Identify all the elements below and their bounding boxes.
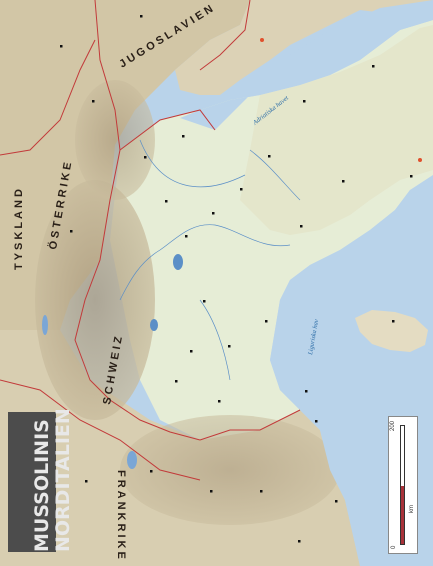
city-marker[interactable] [203,300,206,303]
scale-bar-fill [401,486,404,544]
city-marker[interactable] [60,45,63,48]
lake-2 [150,319,158,331]
map-title: MUSSOLINIS NORDITALIEN [31,408,74,552]
alps-east-shading [75,80,155,200]
scale-max-label: 200 [390,420,396,431]
title-block: MUSSOLINIS NORDITALIEN [8,408,74,552]
city-marker[interactable] [265,320,268,323]
city-marker[interactable] [315,420,318,423]
city-marker[interactable] [85,480,88,483]
city-marker[interactable] [268,155,271,158]
city-marker[interactable] [392,320,395,323]
capital-marker[interactable] [260,38,264,42]
city-marker[interactable] [240,188,243,191]
city-marker[interactable] [175,380,178,383]
scale-zero-label: 0 [391,545,397,549]
lake-4 [127,451,137,469]
city-marker[interactable] [342,180,345,183]
city-marker[interactable] [218,400,221,403]
city-marker[interactable] [298,540,301,543]
city-marker[interactable] [144,156,147,159]
label-tyskland: TYSKLAND [13,186,25,270]
scale-unit-label: km [409,505,415,513]
city-marker[interactable] [260,490,263,493]
city-marker[interactable] [150,470,153,473]
scale-legend: 200 0 km [388,416,418,554]
capital-marker[interactable] [418,158,422,162]
city-marker[interactable] [210,490,213,493]
city-marker[interactable] [303,100,306,103]
lake-1 [173,254,183,270]
lake-3 [42,315,48,335]
label-frankrike: FRANKRIKE [115,470,127,562]
city-marker[interactable] [300,225,303,228]
city-marker[interactable] [165,200,168,203]
city-marker[interactable] [335,500,338,503]
city-marker[interactable] [228,345,231,348]
scale-bar [400,425,405,545]
city-marker[interactable] [190,350,193,353]
city-marker[interactable] [410,175,413,178]
city-marker[interactable] [70,230,73,233]
title-line-2: NORDITALIEN [52,408,74,552]
city-marker[interactable] [185,235,188,238]
city-marker[interactable] [305,390,308,393]
city-marker[interactable] [92,100,95,103]
city-marker[interactable] [212,212,215,215]
city-marker[interactable] [372,65,375,68]
city-marker[interactable] [182,135,185,138]
city-marker[interactable] [140,15,143,18]
title-line-1: MUSSOLINIS [31,419,53,552]
alps-west-shading [120,415,340,525]
